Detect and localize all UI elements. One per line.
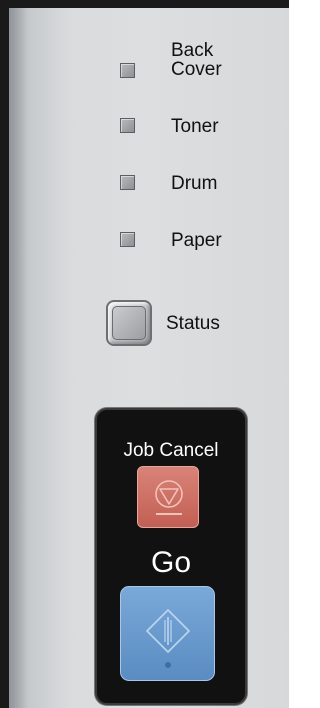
job-cancel-button[interactable] (137, 466, 199, 528)
drum-led (120, 175, 135, 190)
job-cancel-label: Job Cancel (123, 440, 219, 461)
paper-label: Paper (171, 230, 222, 251)
back-cover-label: Back Cover (171, 41, 222, 79)
job-control-box: Job Cancel Go (95, 408, 247, 705)
toner-label: Toner (171, 116, 219, 137)
go-label: Go (150, 546, 192, 579)
status-label: Status (166, 313, 220, 334)
back-cover-label-line1: Back (171, 40, 214, 61)
drum-label: Drum (171, 173, 218, 194)
drum-indicator (120, 175, 135, 190)
status-button-face (112, 306, 146, 340)
stop-icon (155, 480, 183, 515)
start-diamond-icon (146, 609, 190, 668)
paper-led (120, 232, 135, 247)
back-cover-led (120, 63, 135, 78)
back-cover-indicator (120, 63, 135, 78)
printer-control-panel: Back Cover Toner Drum Paper Status Job C… (0, 0, 289, 708)
toner-indicator (120, 118, 135, 133)
status-button[interactable] (106, 300, 152, 346)
paper-indicator (120, 232, 135, 247)
go-button[interactable] (120, 586, 215, 681)
toner-led (120, 118, 135, 133)
back-cover-label-line2: Cover (171, 59, 222, 80)
